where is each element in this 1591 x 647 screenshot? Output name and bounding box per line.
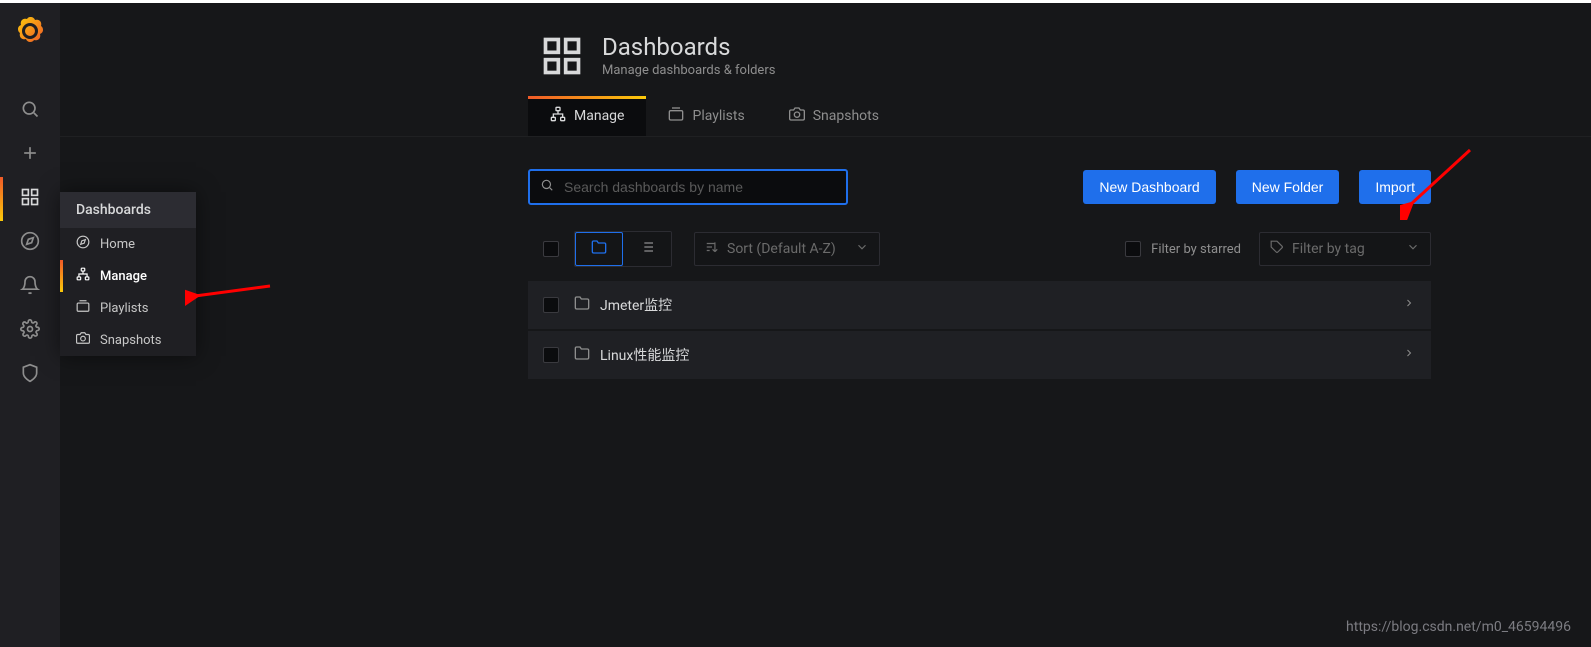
submenu-item-label: Snapshots [100, 333, 162, 348]
list-item[interactable]: Jmeter监控 [528, 281, 1431, 329]
submenu-item-playlists[interactable]: Playlists [60, 292, 196, 324]
nav-explore[interactable] [0, 221, 60, 265]
sitemap-icon [550, 106, 566, 126]
nav-server-admin[interactable] [0, 353, 60, 397]
dashboards-submenu: Dashboards Home Manage Playlists Snapsho… [60, 192, 196, 356]
annotation-arrow [185, 276, 275, 316]
tabs: Manage Playlists Snapshots [60, 96, 1591, 137]
nav-dashboards[interactable] [0, 177, 60, 221]
nav-alerting[interactable] [0, 265, 60, 309]
folder-name: Jmeter监控 [600, 295, 672, 315]
compass-icon [76, 235, 90, 253]
sort-icon [705, 240, 719, 258]
folder-name: Linux性能监控 [600, 345, 689, 365]
search-input[interactable] [564, 179, 836, 195]
gear-icon [20, 319, 40, 343]
compass-icon [20, 231, 40, 255]
grafana-logo[interactable] [14, 15, 46, 47]
starred-checkbox[interactable] [1125, 241, 1141, 257]
tab-snapshots[interactable]: Snapshots [767, 96, 901, 136]
submenu-item-label: Playlists [100, 301, 148, 316]
search-field[interactable] [528, 169, 848, 205]
watermark: https://blog.csdn.net/m0_46594496 [1346, 619, 1571, 635]
submenu-item-home[interactable]: Home [60, 228, 196, 260]
search-icon [540, 178, 554, 196]
filter-row: Sort (Default A-Z) Filter by starred Fil… [60, 231, 1591, 267]
view-toggle [574, 231, 672, 267]
chevron-right-icon [1403, 297, 1415, 313]
main-content: Dashboards Manage dashboards & folders M… [60, 3, 1591, 647]
tab-label: Snapshots [813, 108, 879, 124]
submenu-item-snapshots[interactable]: Snapshots [60, 324, 196, 356]
new-dashboard-button[interactable]: New Dashboard [1083, 170, 1215, 204]
nav-search[interactable] [0, 89, 60, 133]
playlist-icon [668, 106, 684, 126]
sitemap-icon [76, 267, 90, 285]
submenu-item-label: Home [100, 237, 135, 252]
submenu-item-label: Manage [100, 269, 147, 284]
chevron-down-icon [1406, 240, 1420, 258]
plus-icon [20, 143, 40, 167]
tag-label: Filter by tag [1292, 241, 1365, 257]
submenu-title: Dashboards [60, 192, 196, 228]
row-checkbox[interactable] [543, 297, 559, 313]
list-icon [639, 239, 655, 259]
submenu-item-manage[interactable]: Manage [60, 260, 196, 292]
select-all-checkbox[interactable] [543, 241, 559, 257]
tab-playlists[interactable]: Playlists [646, 96, 766, 136]
shield-icon [20, 363, 40, 387]
playlist-icon [76, 299, 90, 317]
camera-icon [76, 331, 90, 349]
tab-label: Playlists [692, 108, 744, 124]
filter-starred[interactable]: Filter by starred [1125, 241, 1241, 257]
row-checkbox[interactable] [543, 347, 559, 363]
list-item[interactable]: Linux性能监控 [528, 331, 1431, 379]
view-folders-button[interactable] [575, 232, 623, 266]
camera-icon [789, 106, 805, 126]
chevron-right-icon [1403, 347, 1415, 363]
sort-select[interactable]: Sort (Default A-Z) [694, 232, 880, 266]
sidebar [0, 3, 60, 647]
folder-icon [574, 345, 590, 365]
bell-icon [20, 275, 40, 299]
toolbar: New Dashboard New Folder Import [60, 169, 1591, 205]
annotation-arrow [1400, 140, 1480, 220]
view-list-button[interactable] [623, 232, 671, 266]
nav-configuration[interactable] [0, 309, 60, 353]
page-title: Dashboards [602, 33, 775, 61]
starred-label: Filter by starred [1151, 242, 1241, 257]
nav-create[interactable] [0, 133, 60, 177]
folder-icon [574, 295, 590, 315]
sort-label: Sort (Default A-Z) [727, 241, 836, 257]
folder-icon [591, 239, 607, 259]
tab-manage[interactable]: Manage [528, 96, 646, 136]
filter-tag-select[interactable]: Filter by tag [1259, 232, 1431, 266]
apps-icon [540, 34, 584, 78]
page-subtitle: Manage dashboards & folders [602, 63, 775, 78]
tag-icon [1270, 240, 1284, 258]
apps-icon [20, 187, 40, 211]
page-header: Dashboards Manage dashboards & folders [60, 33, 1591, 78]
chevron-down-icon [855, 240, 869, 258]
search-icon [20, 99, 40, 123]
tab-label: Manage [574, 108, 624, 124]
new-folder-button[interactable]: New Folder [1236, 170, 1340, 204]
folder-list: Jmeter监控 Linux性能监控 [60, 281, 1591, 379]
